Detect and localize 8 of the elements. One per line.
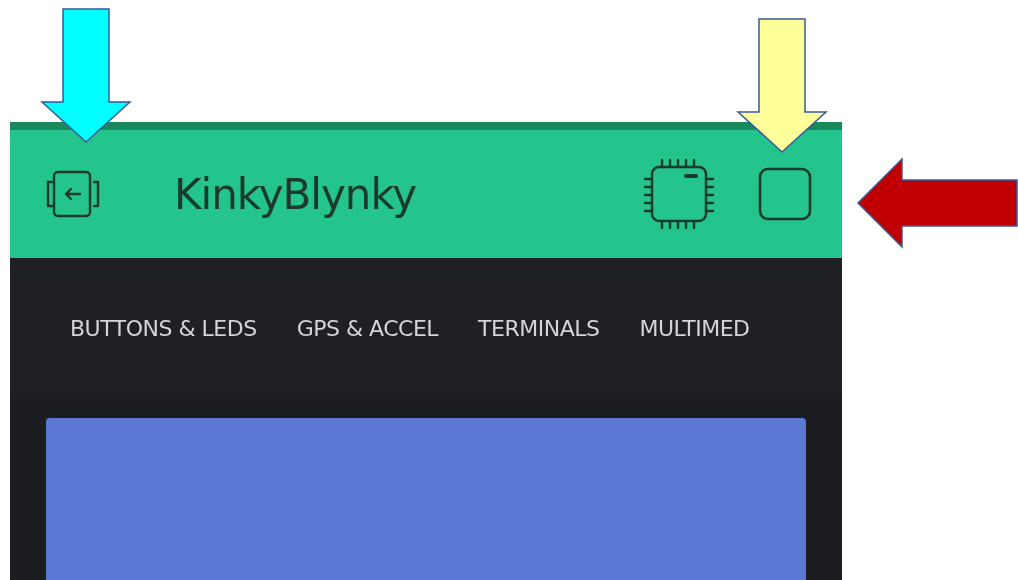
tab[interactable]: TERMINALS — [458, 315, 620, 341]
tab[interactable]: MULTIMED — [619, 315, 770, 341]
tab[interactable]: BUTTONS & LEDS — [50, 315, 277, 341]
tab[interactable]: GPS & ACCEL — [276, 315, 459, 341]
stop-square-icon[interactable] — [758, 167, 812, 221]
app-title: KinkyBlynky — [174, 169, 417, 219]
chip-icon[interactable] — [642, 157, 716, 231]
exit-icon[interactable] — [44, 169, 102, 219]
